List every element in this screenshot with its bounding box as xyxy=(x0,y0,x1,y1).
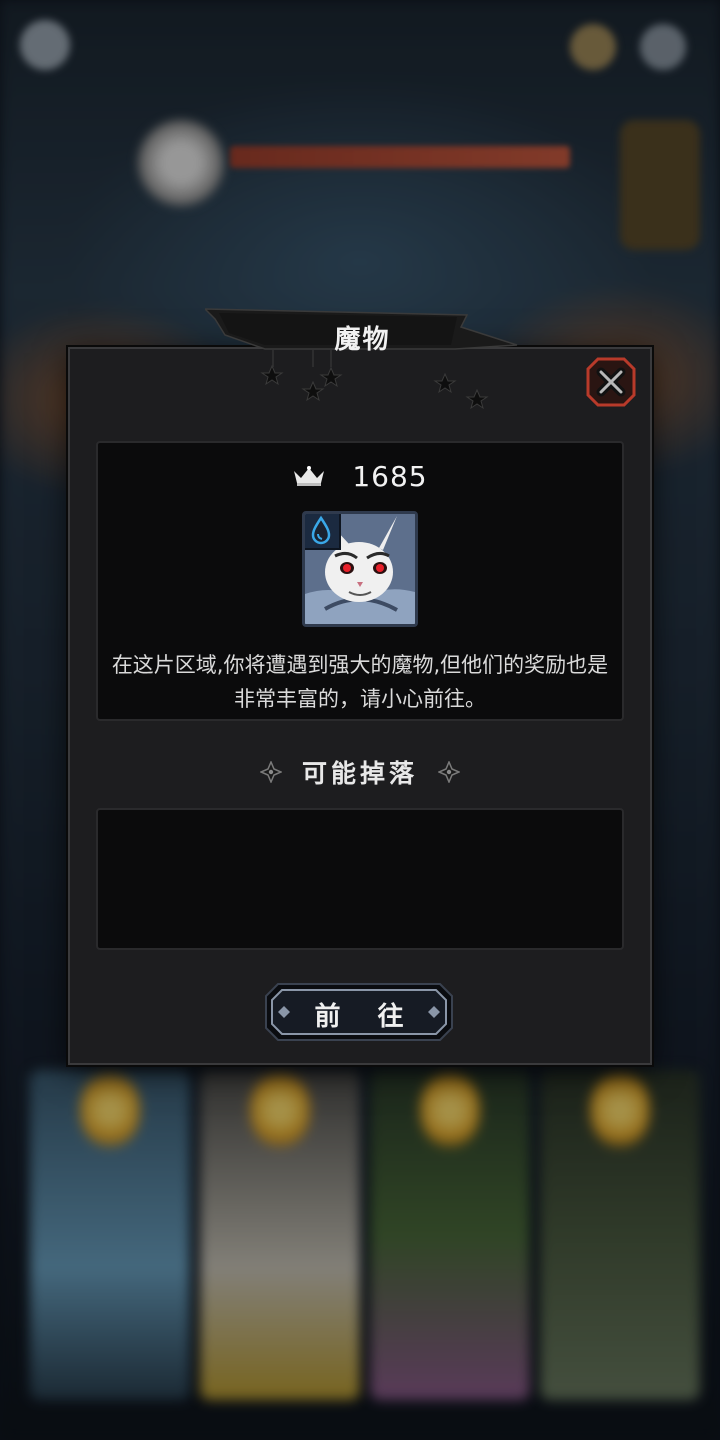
drops-header: 可能掉落 xyxy=(96,750,624,794)
monster-portrait[interactable] xyxy=(302,511,418,627)
monster-description: 在这片区域,你将遭遇到强大的魔物,但他们的奖励也是非常丰富的，请小心前往。 xyxy=(111,653,609,711)
drops-list-panel xyxy=(96,808,624,950)
hanging-stars-decor xyxy=(260,364,489,410)
drops-title: 可能掉落 xyxy=(301,759,418,788)
go-button[interactable]: 前 往 xyxy=(264,982,454,1042)
power-score-value: 1685 xyxy=(352,459,428,493)
diamond-ornament-icon xyxy=(259,761,282,783)
element-badge xyxy=(305,514,341,550)
power-score-row: 1685 xyxy=(96,456,624,496)
diamond-ornament-icon xyxy=(438,761,460,783)
go-button-label: 前 往 xyxy=(314,1002,418,1032)
dialog-title: 魔物 xyxy=(334,325,391,355)
close-button[interactable] xyxy=(586,357,636,407)
close-icon xyxy=(586,357,636,407)
crown-icon xyxy=(294,466,325,486)
water-drop-icon xyxy=(311,515,331,545)
dialog-title-banner: 魔物 xyxy=(205,305,520,367)
